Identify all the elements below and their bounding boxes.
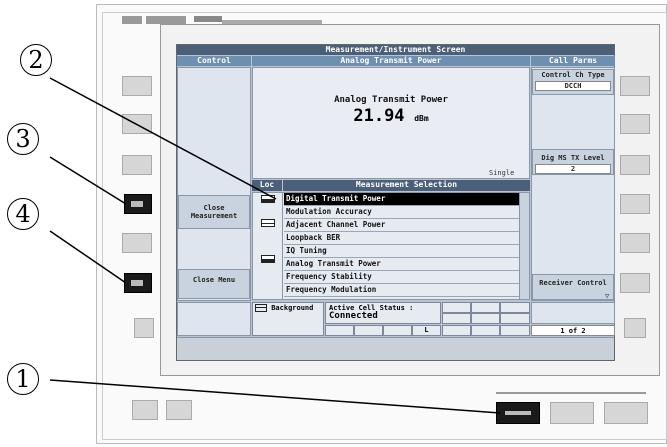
callout-lines bbox=[49, 77, 501, 414]
callout-1: 1 bbox=[7, 363, 39, 395]
callout-line-1 bbox=[49, 379, 501, 414]
callout-line-2 bbox=[49, 77, 277, 200]
callout-line-3 bbox=[49, 156, 127, 205]
callout-3: 3 bbox=[7, 123, 39, 155]
callout-line-4 bbox=[49, 230, 127, 284]
callout-2: 2 bbox=[20, 44, 52, 76]
callout-4: 4 bbox=[7, 198, 39, 230]
